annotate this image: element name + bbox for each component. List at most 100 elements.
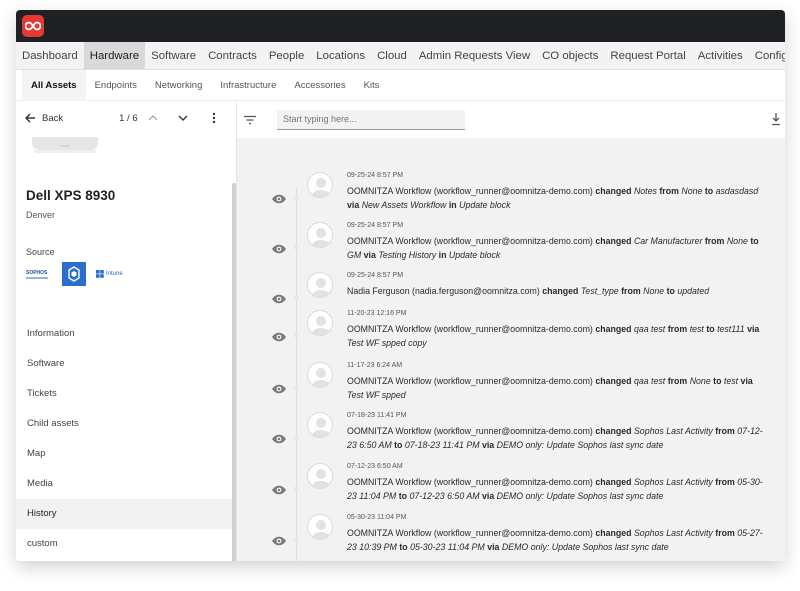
nav-item-locations[interactable]: Locations [310, 42, 371, 69]
tab-kits[interactable]: Kits [355, 70, 389, 101]
eye-icon[interactable] [271, 193, 287, 204]
entry-keyword: from [621, 286, 644, 296]
nav-item-configuratio[interactable]: Configuratio [749, 42, 785, 69]
sidebar-item-history[interactable]: History [16, 499, 233, 529]
sidebar-item-media[interactable]: Media [16, 469, 233, 499]
entry-keyword: to [398, 490, 410, 501]
nav-item-dashboard[interactable]: Dashboard [16, 42, 84, 69]
entry-keyword: changed [595, 376, 634, 386]
sidebar-item-software[interactable]: Software [16, 349, 233, 379]
nav-item-cloud[interactable]: Cloud [371, 42, 413, 69]
tab-endpoints[interactable]: Endpoints [86, 70, 146, 101]
nav-item-people[interactable]: People [263, 42, 310, 69]
timeline-dot [294, 537, 299, 542]
entry-keyword: via [363, 249, 379, 260]
entry-value: 05-30-23 11:04 PM [410, 541, 488, 552]
entry-value: test [689, 324, 707, 334]
entry-value: None [726, 236, 751, 246]
entry-timestamp: 11-17-23 6:24 AM [347, 362, 403, 369]
entry-message: OOMNITZA Workflow (workflow_runner@oomni… [347, 375, 771, 402]
eye-icon[interactable] [271, 293, 287, 304]
tab-all-assets[interactable]: All Assets [22, 69, 86, 101]
search-input[interactable] [277, 109, 465, 130]
entry-keyword: from [667, 376, 690, 386]
avatar [307, 222, 333, 248]
entry-message: OOMNITZA Workflow (workflow_runner@oomni… [347, 235, 771, 262]
timeline-dot [294, 435, 299, 440]
entry-value: Test_type [580, 286, 622, 296]
entry-keyword: to [706, 324, 718, 334]
sub-nav: All Assets Endpoints Networking Infrastruct… [16, 69, 785, 101]
tab-networking[interactable]: Networking [146, 70, 212, 101]
entry-value: New Assets Workflow [361, 199, 449, 210]
entry-message: OOMNITZA Workflow (workflow_runner@oomni… [347, 185, 771, 212]
avatar [307, 463, 333, 489]
top-bar [16, 10, 785, 42]
entry-timestamp: 07-12-23 6:50 AM [347, 463, 403, 470]
timeline-dot [294, 385, 299, 390]
nav-item-co-objects[interactable]: CO objects [536, 42, 604, 69]
source-label: Source [26, 247, 55, 257]
nav-item-activities[interactable]: Activities [692, 42, 749, 69]
entry-keyword: changed [542, 286, 581, 296]
entry-value: test [723, 376, 741, 386]
eye-icon[interactable] [271, 484, 287, 495]
entry-value: qaa test [633, 376, 668, 386]
nav-item-contracts[interactable]: Contracts [202, 42, 263, 69]
timeline-dot [294, 295, 299, 300]
nav-item-software[interactable]: Software [145, 42, 202, 69]
sidebar-item-custom[interactable]: custom [16, 529, 233, 559]
asset-menu: Information Software Tickets Child assets Ma… [16, 319, 233, 559]
entry-actor: OOMNITZA Workflow (workflow_runner@oomni… [347, 236, 596, 246]
timeline-dot [294, 486, 299, 491]
filter-icon[interactable] [243, 115, 257, 125]
sidebar-item-child-assets[interactable]: Child assets [16, 409, 233, 439]
entry-timestamp: 09-25-24 8:57 PM [347, 272, 404, 279]
back-label: Back [42, 112, 64, 124]
source-logos: SOPHOS Intune [26, 262, 123, 286]
eye-icon[interactable] [271, 383, 287, 394]
chevron-up-icon[interactable] [148, 114, 158, 122]
nav-item-admin-requests-view[interactable]: Admin Requests View [413, 42, 536, 69]
tab-accessories[interactable]: Accessories [285, 70, 354, 101]
entry-message: OOMNITZA Workflow (workflow_runner@oomni… [347, 323, 771, 350]
entry-actor: OOMNITZA Workflow (workflow_runner@oomni… [347, 186, 596, 196]
infinity-icon[interactable] [22, 15, 44, 37]
sophos-logo: SOPHOS [26, 270, 52, 279]
chevron-down-icon[interactable] [178, 114, 188, 122]
sidebar-scrollbar[interactable] [232, 183, 236, 561]
more-vert-icon[interactable] [212, 112, 216, 124]
entry-value: Test WF spped copy [347, 337, 427, 348]
entry-keyword: changed [595, 324, 634, 334]
entry-value: Sophos Last Activity [633, 426, 716, 436]
entry-keyword: via [740, 376, 753, 386]
entry-keyword: to [399, 541, 411, 552]
eye-icon[interactable] [271, 535, 287, 546]
tab-infrastructure[interactable]: Infrastructure [211, 70, 285, 101]
pager-count: 1 / 6 [119, 112, 138, 124]
entry-value: updated [677, 286, 710, 296]
entry-value: Update block [448, 249, 501, 260]
entry-keyword: to [704, 186, 716, 196]
main-nav: Dashboard Hardware Software Contracts People… [16, 42, 785, 70]
entry-keyword: in [438, 249, 449, 260]
sidebar-item-tickets[interactable]: Tickets [16, 379, 233, 409]
avatar [307, 514, 333, 540]
entry-value: GM [347, 249, 364, 260]
entry-value: Car Manufacturer [633, 236, 705, 246]
nav-item-request-portal[interactable]: Request Portal [604, 42, 691, 69]
arrow-left-icon [25, 113, 35, 123]
nav-item-hardware[interactable]: Hardware [83, 42, 146, 69]
entry-actor: OOMNITZA Workflow (workflow_runner@oomni… [347, 528, 596, 538]
sidebar-item-map[interactable]: Map [16, 439, 233, 469]
entry-keyword: changed [595, 236, 634, 246]
eye-icon[interactable] [271, 243, 287, 254]
eye-icon[interactable] [271, 433, 287, 444]
entry-value: None [643, 286, 667, 296]
entry-timestamp: 09-25-24 8:57 PM [347, 172, 404, 179]
eye-icon[interactable] [271, 331, 287, 342]
download-icon[interactable] [771, 112, 781, 126]
timeline-dot [294, 333, 299, 338]
back-button[interactable]: Back [24, 112, 63, 124]
sidebar-item-information[interactable]: Information [16, 319, 233, 349]
